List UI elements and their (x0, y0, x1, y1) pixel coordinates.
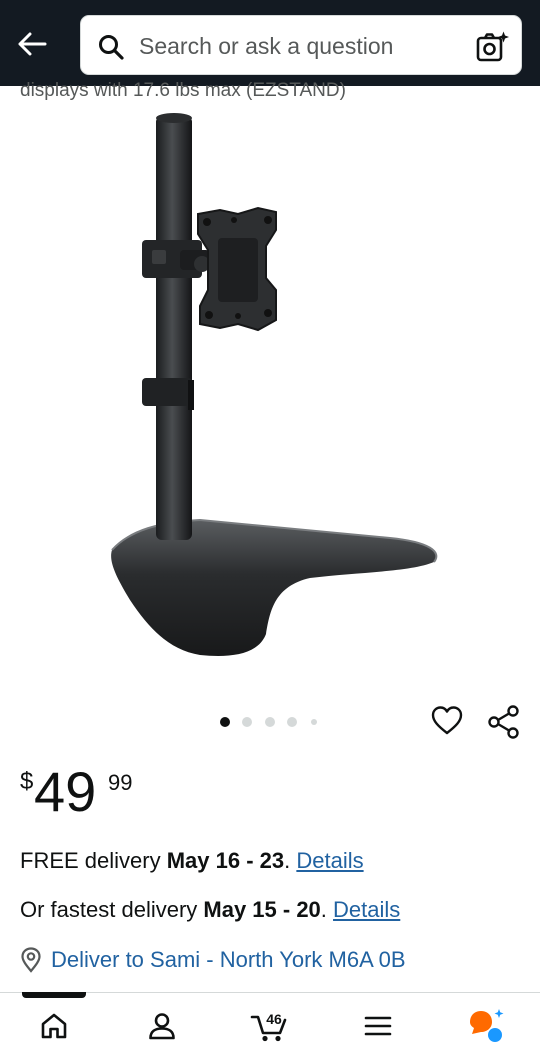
back-arrow-icon (18, 32, 47, 56)
share-icon[interactable] (486, 704, 522, 740)
back-button[interactable] (10, 24, 54, 64)
camera-search-icon[interactable] (475, 30, 509, 64)
image-carousel-dots[interactable] (214, 714, 324, 730)
cart-count-badge: 46 (266, 1011, 282, 1027)
price-whole: 49 (34, 760, 97, 823)
home-icon (41, 1013, 67, 1039)
deliver-to-text: Deliver to Sami - North York M6A 0B (51, 947, 406, 972)
price-currency: $ (20, 768, 34, 795)
fastest-delivery-separator: . (320, 897, 334, 922)
search-bar[interactable] (80, 15, 522, 75)
carousel-dot-active[interactable] (220, 717, 230, 727)
fastest-delivery-label: Or fastest delivery (20, 897, 204, 922)
free-delivery-details-link[interactable]: Details (296, 848, 363, 873)
free-delivery-line: FREE delivery May 16 - 23. Details (20, 848, 364, 878)
price-fraction: 99 (108, 770, 133, 795)
free-delivery-dates: May 16 - 23 (166, 848, 285, 873)
nav-rufus[interactable] (454, 1006, 518, 1046)
menu-icon (364, 1016, 392, 1036)
deliver-to-location[interactable]: Deliver to Sami - North York M6A 0B (20, 944, 406, 976)
bottom-navigation (0, 994, 540, 1060)
search-icon (99, 35, 124, 60)
nav-home[interactable] (22, 1006, 86, 1046)
rufus-icon (470, 1009, 504, 1042)
product-title: displays with 17.6 lbs max (EZSTAND) (20, 80, 346, 101)
search-input[interactable] (139, 26, 459, 66)
carousel-dot[interactable] (311, 719, 317, 725)
nav-menu[interactable] (346, 1006, 410, 1046)
fastest-delivery-line: Or fastest delivery May 15 - 20. Details (20, 897, 400, 927)
free-delivery-label: FREE delivery (20, 848, 167, 873)
fastest-delivery-details-link[interactable]: Details (333, 897, 400, 922)
location-pin-icon (21, 947, 41, 973)
top-bar (0, 0, 540, 86)
nav-account[interactable] (130, 1006, 194, 1046)
fastest-delivery-dates: May 15 - 20 (203, 897, 321, 922)
account-icon (149, 1013, 175, 1040)
product-image[interactable] (90, 110, 450, 670)
free-delivery-separator: . (284, 848, 297, 873)
heart-icon[interactable] (430, 704, 464, 738)
carousel-dot[interactable] (287, 717, 297, 727)
carousel-dot[interactable] (265, 717, 275, 727)
carousel-dot[interactable] (242, 717, 252, 727)
